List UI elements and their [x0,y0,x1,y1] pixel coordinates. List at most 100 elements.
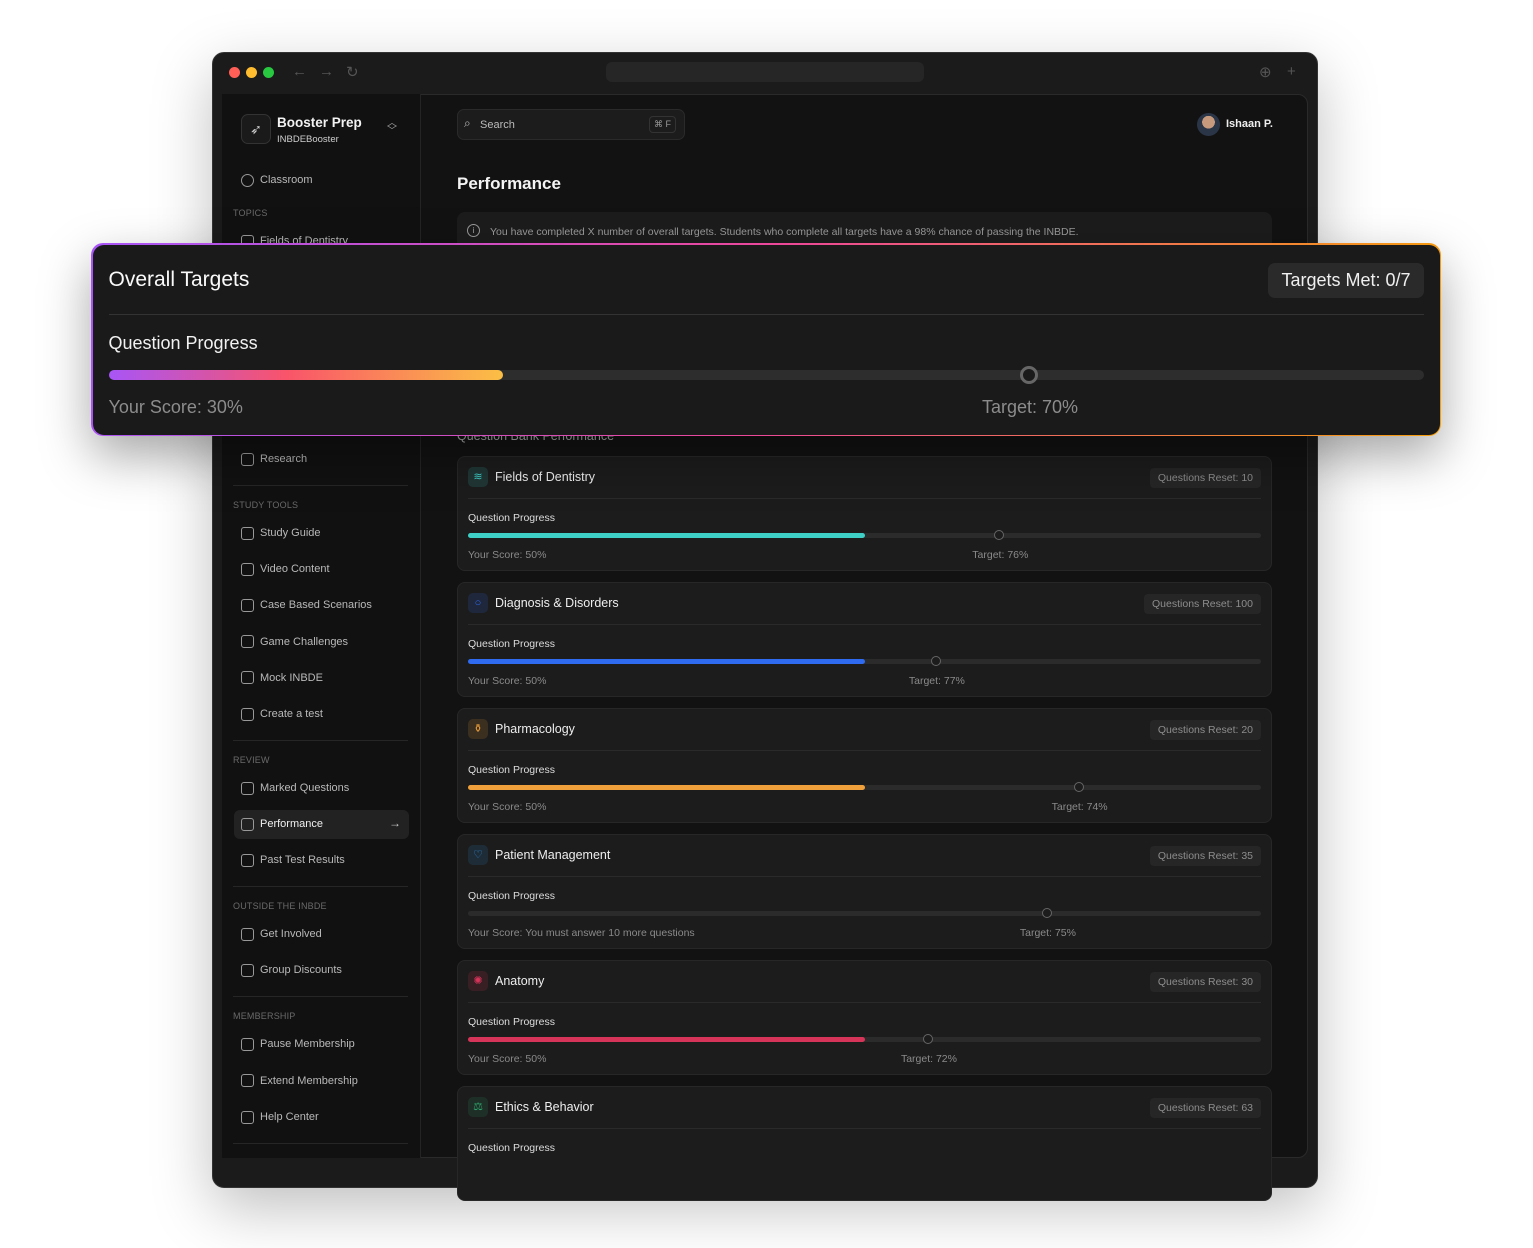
sidebar-item-label: Mock INBDE [260,671,323,684]
divider [233,485,408,486]
sidebar-item-get-involved[interactable]: Get Involved [241,924,322,944]
presentation-icon [241,927,254,941]
line-chart-icon [241,853,254,867]
sidebar-item-past-test-results[interactable]: Past Test Results [241,850,345,870]
sidebar-item-label: Help Center [260,1111,319,1123]
info-icon: i [467,224,480,237]
address-bar[interactable] [606,62,924,82]
sidebar-item-label: Extend Membership [260,1074,358,1087]
card-title: Fields of Dentistry [495,470,596,484]
score-text: Your Score: 50% [468,549,547,561]
stethoscope-icon: ♡ [468,845,488,865]
sidebar-item-research[interactable]: Research [241,449,307,469]
progress-fill [468,1037,865,1042]
card-title: Diagnosis & Disorders [495,596,619,610]
search-input[interactable]: ⌕ Search ⌘ F [457,109,685,140]
target-text: Target: 72% [900,1053,957,1065]
sidebar-item-pause-membership[interactable]: Pause Membership [241,1034,355,1054]
sidebar-item-case-based-scenarios[interactable]: Case Based Scenarios [241,595,372,615]
divider [233,1143,408,1144]
target-text: Target: 74% [1051,801,1108,813]
sidebar-item-group-discounts[interactable]: Group Discounts [241,960,342,980]
divider [233,740,408,741]
questions-reset-badge: Questions Reset: 100 [1144,594,1261,614]
divider [468,876,1261,877]
sidebar-item-extend-membership[interactable]: Extend Membership [241,1071,358,1091]
sidebar-item-help-center[interactable]: Help Center [241,1107,319,1127]
target-marker [994,530,1005,540]
category-card-fields-of-dentistry: ≋ Fields of Dentistry Questions Reset: 10 Q… [457,456,1272,571]
brand-subtitle: INBDEBooster [277,134,339,145]
target-marker [922,1034,933,1044]
scales-icon: ⚖ [468,1097,488,1117]
user-name[interactable]: Ishaan P. [1226,118,1273,130]
card-title: Anatomy [495,974,545,988]
overall-progress-track [108,365,1424,384]
books-icon: ≋ [468,467,488,487]
classroom-icon [241,173,254,187]
document-icon [241,671,254,685]
divider [468,1002,1261,1003]
progress-fill [468,533,865,538]
sidebar-item-game-challenges[interactable]: Game Challenges [241,632,348,652]
question-progress-label: Question Progress [108,332,258,353]
back-arrow-icon[interactable]: ← [292,63,307,80]
download-icon[interactable]: ⊕ [1259,63,1272,81]
questions-reset-badge: Questions Reset: 30 [1149,972,1261,992]
gamepad-icon [241,635,254,649]
overall-targets-card: Overall Targets Targets Met: 0/7 Questio… [91,243,1441,436]
help-circle-icon [241,1110,254,1124]
overall-target: Target: 70% [981,396,1079,417]
sidebar-item-performance[interactable]: Performance [241,814,323,834]
target-marker [1073,782,1084,792]
sidebar-item-label: Past Test Results [260,854,345,866]
progress-track [468,530,1261,540]
search-shortcut-badge: ⌘ F [649,116,676,133]
sidebar-item-label: Research [260,453,308,465]
target-text: Target: 76% [972,549,1029,561]
score-text: Your Score: 50% [468,675,547,687]
plus-circle-icon [241,707,254,721]
score-text: Your Score: 50% [468,1053,547,1065]
sidebar-item-create-a-test[interactable]: Create a test [241,704,323,724]
sidebar-item-label: Group Discounts [260,964,342,976]
maximize-window-button[interactable] [263,67,274,78]
sidebar-item-mock-inbde[interactable]: Mock INBDE [241,668,323,688]
brain-icon: ✺ [468,971,488,991]
sidebar-item-marked-questions[interactable]: Marked Questions [241,778,349,798]
reload-icon[interactable]: ↻ [346,63,359,81]
divider [233,886,408,887]
target-text: Target: 77% [908,675,965,687]
new-tab-icon[interactable]: + [1287,63,1296,80]
sidebar-item-study-guide[interactable]: Study Guide [241,523,321,543]
divider [108,313,1424,315]
question-progress-label: Question Progress [468,764,555,776]
category-card-anatomy: ✺ Anatomy Questions Reset: 30 Question Prog… [457,960,1272,1075]
progress-fill [468,785,865,790]
divider [468,498,1261,499]
sidebar-item-label: Marked Questions [260,782,350,794]
question-progress-label: Question Progress [468,512,555,524]
divider [468,624,1261,625]
close-window-button[interactable] [229,67,240,78]
pill-bottle-icon: ⚱ [468,719,488,739]
sidebar-item-classroom[interactable]: Classroom [241,170,313,190]
chevron-up-down-icon[interactable]: ︿ ﹀ [387,119,397,137]
avatar[interactable] [1197,113,1220,136]
sidebar-item-label: Performance [260,818,323,830]
percent-badge-icon [241,963,254,977]
bookmark-icon [241,781,254,795]
score-text: Your Score: You must answer 10 more ques… [468,927,695,939]
search-icon: ○ [468,593,488,613]
sidebar-item-video-content[interactable]: Video Content [241,559,330,579]
section-label-study-tools: STUDY TOOLS [233,500,299,510]
forward-arrow-icon[interactable]: → [319,63,334,80]
sidebar-item-label: Study Guide [260,527,321,539]
minimize-window-button[interactable] [246,67,257,78]
divider [233,996,408,997]
question-progress-label: Question Progress [468,890,555,902]
video-icon [241,562,254,576]
user-plus-icon [241,1074,254,1087]
sidebar-item-label: Video Content [260,563,330,576]
sidebar-item-label: Game Challenges [260,635,349,648]
